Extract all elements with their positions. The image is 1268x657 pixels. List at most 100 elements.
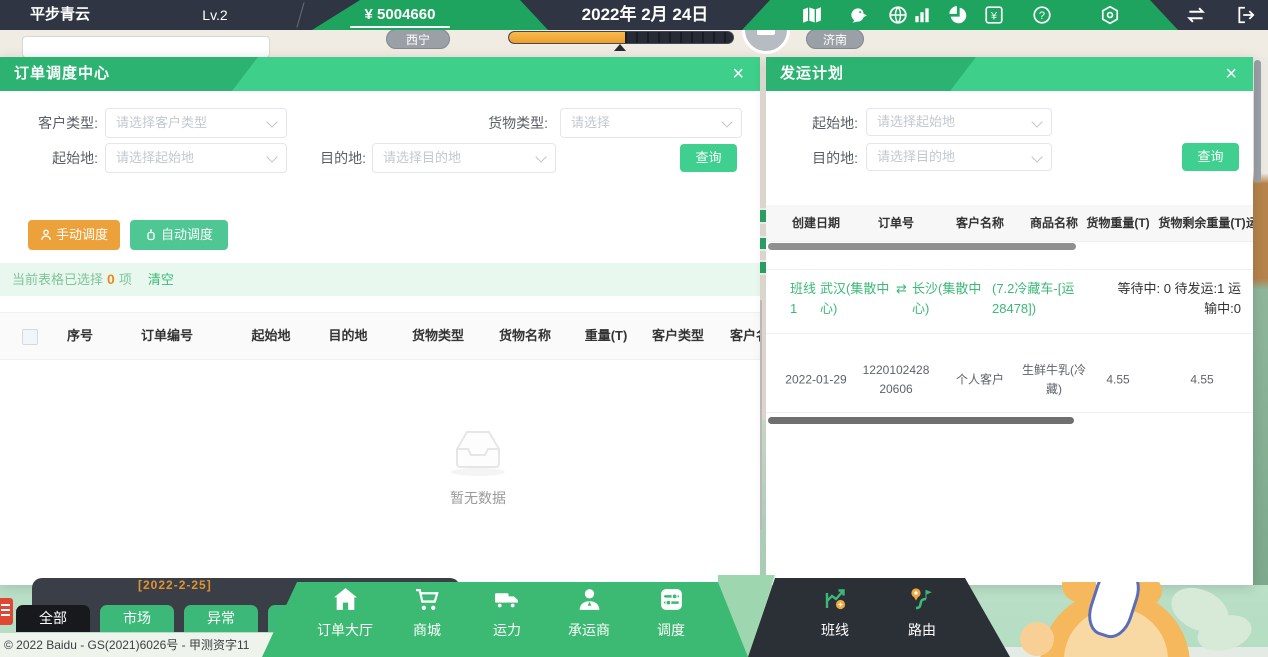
selection-count: 0 [107, 271, 115, 287]
customer-type-select[interactable]: 请选择客户类型 [105, 108, 287, 138]
logout-icon[interactable] [1236, 5, 1256, 25]
svg-text:¥: ¥ [990, 10, 998, 22]
progress-ticks [625, 32, 733, 43]
cargo-type-placeholder: 请选择 [561, 109, 741, 137]
bottom-nav: 订单大厅 商城 运力 承运商 调度 [262, 582, 748, 657]
destination-select[interactable]: 请选择目的地 [866, 143, 1052, 171]
selection-prefix: 当前表格已选择 [12, 272, 103, 287]
select-all-checkbox[interactable] [22, 329, 38, 345]
customer-type-label: 客户类型: [18, 108, 98, 138]
game-date: 2022年 2月 24日 [520, 0, 770, 30]
cargo-type-select[interactable]: 请选择 [560, 108, 742, 138]
horizontal-scrollbar[interactable] [768, 243, 1076, 250]
bottom-right-nav: 班线 路由 [748, 578, 1010, 657]
carrier-person-icon [576, 586, 603, 613]
svg-text:?: ? [1039, 10, 1045, 22]
cell-order-no: 122010242820606 [861, 360, 931, 398]
origin-select[interactable]: 请选择起始地 [105, 143, 287, 173]
shipping-table-header: 创建日期 订单号 客户名称 商品名称 货物重量(T) 货物剩余重量(T) 运输 [766, 205, 1253, 242]
close-icon[interactable]: × [732, 57, 744, 91]
dispatch-center-panel: 订单调度中心 × 客户类型: 请选择客户类型 货物类型: 请选择 起始地: 请选… [0, 57, 760, 585]
overlay-date-text: [2022-2-25] [138, 578, 212, 592]
dispatch-table-header: 序号 订单编号 起始地 目的地 货物类型 货物名称 重量(T) 客户类型 客户名… [0, 312, 760, 360]
query-button[interactable]: 查询 [680, 144, 737, 172]
nav-mall[interactable]: 商城 [387, 586, 467, 640]
column-header: 起始地 [251, 313, 290, 359]
globe-icon[interactable] [888, 5, 908, 25]
cell-weight: 4.55 [1093, 370, 1143, 389]
map-icon[interactable] [802, 5, 822, 25]
tab-all[interactable]: 全部 [16, 605, 90, 632]
close-icon[interactable]: × [1225, 57, 1237, 91]
destination-placeholder: 请选择目的地 [867, 144, 1051, 170]
column-header: 订单编号 [141, 313, 193, 359]
swap-arrows-icon: ⇄ [896, 279, 912, 319]
manual-dispatch-label: 手动调度 [56, 227, 108, 242]
nav-capacity[interactable]: 运力 [467, 586, 547, 640]
route-type-label: 班线 [790, 281, 816, 296]
app-title: 平步青云 [30, 0, 90, 30]
balance-underline [350, 26, 450, 28]
pie-chart-icon[interactable] [948, 5, 968, 25]
nav-dispatch[interactable]: 调度 [631, 586, 711, 640]
route-pin-icon [909, 586, 935, 612]
bar-chart-icon[interactable] [912, 5, 932, 25]
manual-dispatch-button[interactable]: 手动调度 [28, 220, 120, 250]
origin-label: 起始地: [18, 143, 98, 173]
help-icon[interactable]: ? [1032, 5, 1052, 25]
currency-icon[interactable]: ¥ [984, 5, 1004, 25]
origin-placeholder: 请选择起始地 [867, 109, 1051, 135]
list-chip-icon[interactable] [0, 598, 13, 625]
divider [766, 333, 1253, 334]
column-header: 序号 [67, 313, 93, 359]
nav-label: 订单大厅 [305, 620, 385, 640]
route-line-number: 1 [790, 301, 797, 316]
map-search-box [22, 36, 270, 58]
truck-icon [494, 586, 521, 613]
bird-icon[interactable] [848, 5, 868, 25]
dispatch-panel-header: 订单调度中心 × [0, 57, 760, 91]
progress-fill [509, 32, 625, 43]
nav-lines[interactable]: 班线 [800, 586, 870, 640]
column-header: 重量(T) [585, 313, 628, 359]
origin-select[interactable]: 请选择起始地 [866, 108, 1052, 136]
dispatch-panel-title: 订单调度中心 [14, 57, 110, 91]
tab-anomaly[interactable]: 异常 [184, 605, 258, 632]
column-header: 货物剩余重量(T) [1158, 205, 1245, 241]
horizontal-scrollbar[interactable] [768, 417, 1074, 424]
nav-route[interactable]: 路由 [887, 586, 957, 640]
route-group-header[interactable]: 班线1 武汉(集散中心) ⇄ 长沙(集散中心) (7.2冷藏车-[运28478]… [790, 279, 1241, 319]
auto-dispatch-label: 自动调度 [161, 227, 213, 242]
customer-type-placeholder: 请选择客户类型 [106, 109, 286, 137]
cart-icon [414, 586, 441, 613]
shipping-table-row[interactable]: 2022-01-29 122010242820606 个人客户 生鲜牛乳(冷藏)… [766, 347, 1253, 413]
origin-placeholder: 请选择起始地 [106, 144, 286, 172]
swap-icon[interactable] [1185, 5, 1205, 25]
column-header: 货物类型 [412, 313, 464, 359]
cargo-type-label: 货物类型: [468, 108, 548, 138]
column-header: 货物名称 [499, 313, 551, 359]
nav-order-hall[interactable]: 订单大厅 [305, 586, 385, 640]
nav-label: 运力 [467, 620, 547, 640]
empty-text: 暂无数据 [446, 488, 510, 508]
dispatch-sliders-icon [658, 586, 685, 613]
destination-label: 目的地: [290, 143, 366, 173]
tab-market[interactable]: 市场 [100, 605, 174, 632]
app-canvas: 西宁 济南 订单调度中心 × 客户类型: 请选择客户类型 货物类型: 请选择 起… [0, 0, 1268, 657]
column-header: 客户名称 [956, 205, 1004, 241]
clear-selection-link[interactable]: 清空 [148, 272, 174, 287]
progress-bar [508, 31, 734, 44]
vertical-scrollbar[interactable] [1254, 60, 1261, 182]
nav-label: 路由 [887, 620, 957, 640]
query-button[interactable]: 查询 [1182, 143, 1239, 171]
empty-state: 暂无数据 [446, 423, 510, 508]
route-destination: 长沙(集散中心) [912, 279, 988, 319]
settings-icon[interactable] [1100, 5, 1120, 25]
auto-dispatch-button[interactable]: 自动调度 [130, 220, 228, 250]
city-label-xining: 西宁 [386, 29, 450, 49]
nav-carrier[interactable]: 承运商 [549, 586, 629, 640]
level-badge: Lv.2 [190, 0, 240, 30]
column-header: 商品名称 [1030, 205, 1078, 241]
empty-inbox-icon [446, 423, 510, 477]
destination-select[interactable]: 请选择目的地 [372, 143, 556, 173]
